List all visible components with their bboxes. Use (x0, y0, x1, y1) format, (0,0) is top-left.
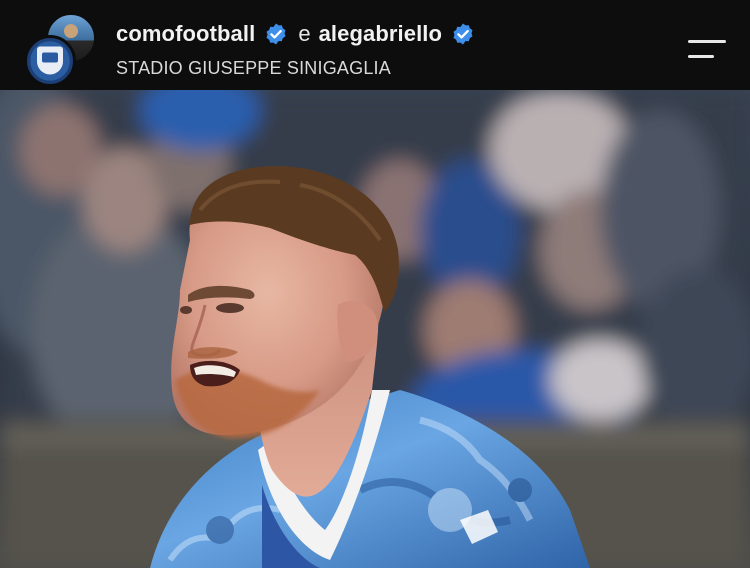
collaborator-username[interactable]: alegabriello (319, 21, 442, 47)
menu-icon[interactable] (686, 38, 728, 62)
como-crest-icon (37, 46, 63, 75)
post-location[interactable]: STADIO GIUSEPPE SINIGAGLIA (116, 58, 391, 79)
post-authors: comofootball e alegabriello (116, 20, 475, 48)
player-photo-illustration (0, 90, 750, 568)
verified-badge-icon (266, 23, 286, 45)
verified-badge-icon (453, 23, 473, 45)
owner-username[interactable]: comofootball (116, 21, 255, 47)
post-photo[interactable] (0, 90, 750, 568)
owner-avatar[interactable] (24, 35, 76, 87)
instagram-post: comofootball e alegabriello STADIO GIUSE… (0, 0, 750, 568)
collab-connector: e (298, 21, 311, 46)
collab-avatars[interactable] (20, 10, 102, 90)
post-header: comofootball e alegabriello STADIO GIUSE… (0, 0, 750, 90)
